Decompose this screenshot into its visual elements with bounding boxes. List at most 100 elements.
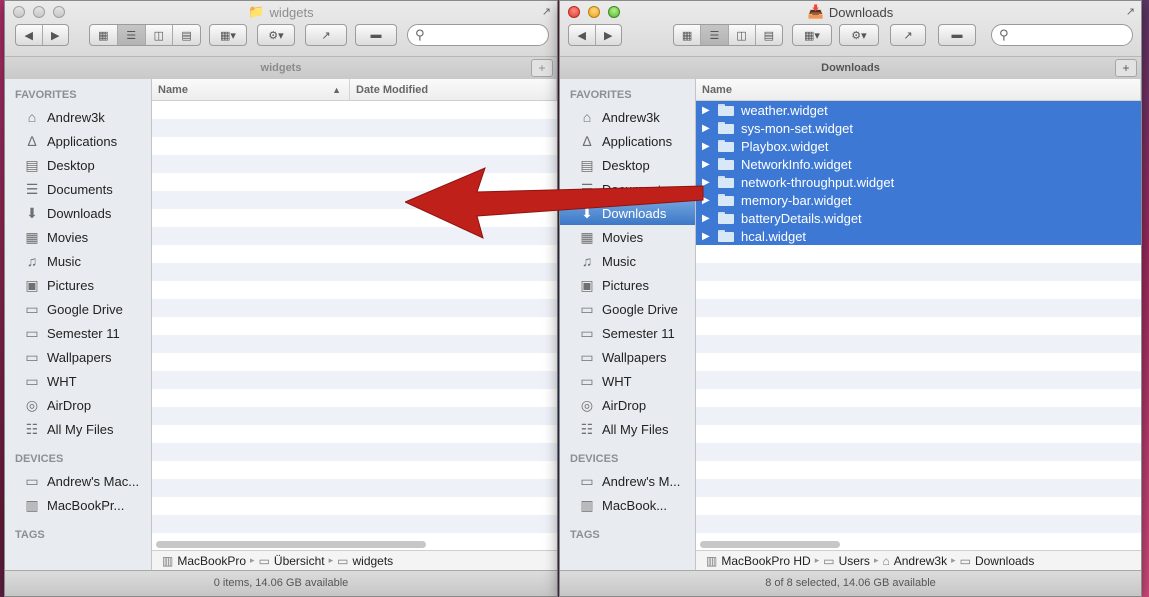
horizontal-scrollbar[interactable] [156, 541, 426, 548]
fullscreen-icon[interactable]: ↗ [1126, 5, 1135, 18]
sidebar-item-wallpapers[interactable]: ▭ Wallpapers [560, 345, 695, 369]
sidebar-item-google-drive[interactable]: ▭ Google Drive [560, 297, 695, 321]
tab-downloads[interactable]: Downloads + [560, 56, 1141, 79]
computer-icon: ▭ [580, 472, 594, 489]
sidebar-item-andrew-s-m[interactable]: ▭ Andrew's M... [560, 469, 695, 493]
file-row[interactable]: ▶ network-throughput.widget [696, 173, 1141, 191]
path-segment[interactable]: Übersicht [274, 554, 325, 568]
sidebar-item-macbook[interactable]: ▥ MacBook... [560, 493, 695, 517]
sidebar-item-andrew3k[interactable]: ⌂ Andrew3k [5, 105, 151, 129]
file-row[interactable]: ▶ Playbox.widget [696, 137, 1141, 155]
path-segment[interactable]: MacBookPro [177, 554, 246, 568]
sidebar-item-wht[interactable]: ▭ WHT [560, 369, 695, 393]
sidebar-item-music[interactable]: ♫ Music [560, 249, 695, 273]
search-field[interactable]: ⚲ [991, 24, 1133, 46]
sidebar-item-desktop[interactable]: ▤ Desktop [560, 153, 695, 177]
sidebar-item-downloads[interactable]: ⬇ Downloads [560, 201, 695, 225]
path-segment[interactable]: MacBookPro HD [721, 554, 810, 568]
tab-widgets[interactable]: widgets + [5, 56, 557, 79]
sidebar-item-desktop[interactable]: ▤ Desktop [5, 153, 151, 177]
disclosure-triangle-icon[interactable]: ▶ [696, 105, 712, 116]
fullscreen-icon[interactable]: ↗ [542, 5, 551, 18]
new-tab-button[interactable]: + [1115, 59, 1137, 77]
tag-icon: ▬ [370, 29, 382, 41]
coverflow-view-icon[interactable]: ▤ [756, 25, 782, 45]
chevron-right-icon: ▸ [250, 555, 255, 565]
file-row[interactable]: ▶ sys-mon-set.widget [696, 119, 1141, 137]
sidebar-item-applications[interactable]: ∆ Applications [5, 129, 151, 153]
file-row[interactable]: ▶ weather.widget [696, 101, 1141, 119]
sidebar-item-pictures[interactable]: ▣ Pictures [5, 273, 151, 297]
sidebar-item-movies[interactable]: ▦ Movies [5, 225, 151, 249]
sidebar-item-downloads[interactable]: ⬇ Downloads [5, 201, 151, 225]
horizontal-scrollbar[interactable] [700, 541, 840, 548]
file-row[interactable]: ▶ memory-bar.widget [696, 191, 1141, 209]
sidebar-item-documents[interactable]: ☰ Documents [5, 177, 151, 201]
share-button[interactable]: ↗ [890, 24, 926, 46]
column-date-modified[interactable]: Date Modified [350, 79, 557, 100]
sidebar-item-semester-11[interactable]: ▭ Semester 11 [560, 321, 695, 345]
sidebar-item-wallpapers[interactable]: ▭ Wallpapers [5, 345, 151, 369]
sidebar-item-label: Downloads [602, 205, 667, 221]
column-name[interactable]: Name [696, 79, 1141, 100]
disclosure-triangle-icon[interactable]: ▶ [696, 159, 712, 170]
sidebar-item-semester-11[interactable]: ▭ Semester 11 [5, 321, 151, 345]
action-button[interactable]: ⚙▾ [839, 24, 879, 46]
column-view-icon[interactable]: ◫ [729, 25, 756, 45]
sidebar-item-pictures[interactable]: ▣ Pictures [560, 273, 695, 297]
arrange-button[interactable]: ▦▾ [209, 24, 247, 46]
sidebar-item-wht[interactable]: ▭ WHT [5, 369, 151, 393]
sidebar-item-label: Pictures [602, 277, 649, 293]
sidebar-item-applications[interactable]: ∆ Applications [560, 129, 695, 153]
coverflow-view-icon[interactable]: ▤ [173, 25, 200, 45]
icon-view-icon[interactable]: ▦ [674, 25, 702, 45]
sidebar-item-macbookpr[interactable]: ▥ MacBookPr... [5, 493, 151, 517]
empty-row [152, 101, 557, 119]
sidebar-item-movies[interactable]: ▦ Movies [560, 225, 695, 249]
sidebar-item-all-my-files[interactable]: ☷ All My Files [560, 417, 695, 441]
path-segment[interactable]: widgets [352, 554, 393, 568]
sidebar-item-andrew3k[interactable]: ⌂ Andrew3k [560, 105, 695, 129]
path-segment[interactable]: Downloads [975, 554, 1034, 568]
path-segment[interactable]: Andrew3k [894, 554, 947, 568]
sidebar-item-google-drive[interactable]: ▭ Google Drive [5, 297, 151, 321]
file-row[interactable]: ▶ batteryDetails.widget [696, 209, 1141, 227]
tags-button[interactable]: ▬ [938, 24, 976, 46]
column-view-icon[interactable]: ◫ [146, 25, 174, 45]
sidebar-item-label: Wallpapers [602, 349, 667, 365]
back-icon[interactable]: ◀ [569, 25, 596, 45]
path-segment[interactable]: Users [839, 554, 870, 568]
sidebar-item-all-my-files[interactable]: ☷ All My Files [5, 417, 151, 441]
disclosure-triangle-icon[interactable]: ▶ [696, 195, 712, 206]
new-tab-button[interactable]: + [531, 59, 553, 77]
file-row[interactable]: ▶ hcal.widget [696, 227, 1141, 245]
action-button[interactable]: ⚙▾ [257, 24, 295, 46]
list-view-icon[interactable]: ☰ [117, 25, 146, 45]
search-field[interactable]: ⚲ [407, 24, 549, 46]
sidebar-item-airdrop[interactable]: ◎ AirDrop [560, 393, 695, 417]
sidebar-item-documents[interactable]: ☰ Documents [560, 177, 695, 201]
documents-icon: ☰ [25, 180, 39, 197]
back-icon[interactable]: ◀ [16, 25, 43, 45]
forward-icon[interactable]: ▶ [596, 25, 622, 45]
disclosure-triangle-icon[interactable]: ▶ [696, 231, 712, 242]
back-forward-buttons: ◀ ▶ [568, 24, 622, 46]
disclosure-triangle-icon[interactable]: ▶ [696, 141, 712, 152]
sidebar-item-andrew-s-mac[interactable]: ▭ Andrew's Mac... [5, 469, 151, 493]
forward-icon[interactable]: ▶ [43, 25, 69, 45]
share-button[interactable]: ↗ [305, 24, 347, 46]
icon-view-icon[interactable]: ▦ [90, 25, 118, 45]
file-row[interactable]: ▶ NetworkInfo.widget [696, 155, 1141, 173]
disclosure-triangle-icon[interactable]: ▶ [696, 213, 712, 224]
file-name: batteryDetails.widget [741, 210, 862, 226]
sidebar-item-music[interactable]: ♫ Music [5, 249, 151, 273]
column-name[interactable]: Name ▲ [152, 79, 350, 100]
arrange-button[interactable]: ▦▾ [792, 24, 832, 46]
tags-button[interactable]: ▬ [355, 24, 397, 46]
empty-row [696, 425, 1141, 443]
sidebar-item-airdrop[interactable]: ◎ AirDrop [5, 393, 151, 417]
disclosure-triangle-icon[interactable]: ▶ [696, 123, 712, 134]
list-view-icon[interactable]: ☰ [701, 25, 729, 45]
disclosure-triangle-icon[interactable]: ▶ [696, 177, 712, 188]
empty-row [152, 371, 557, 389]
